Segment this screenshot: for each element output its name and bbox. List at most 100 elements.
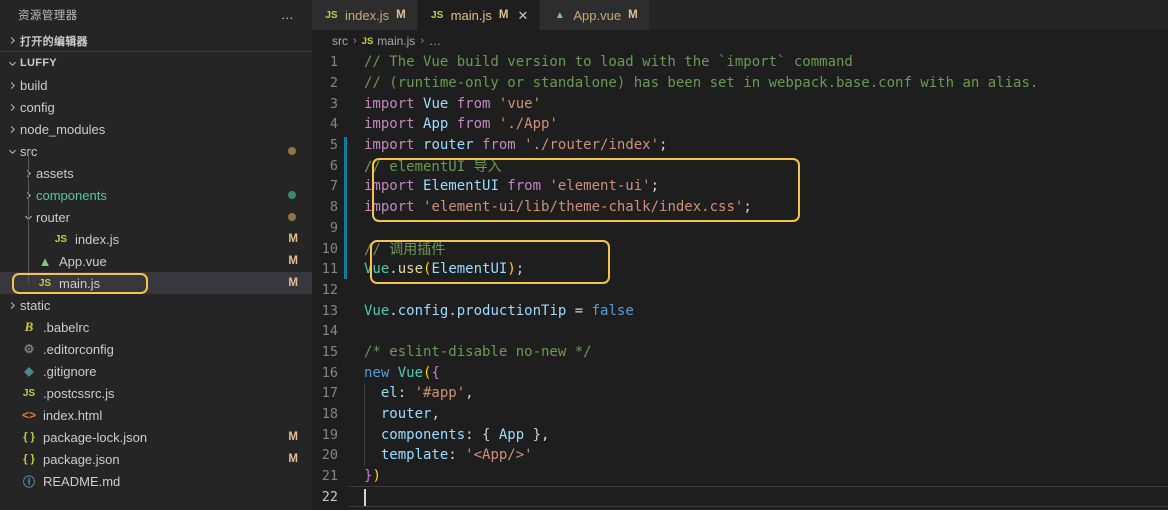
open-editors-section[interactable]: 打开的编辑器	[0, 30, 312, 52]
code-line-15[interactable]: 15 /* eslint-disable no-new */	[312, 342, 1168, 363]
html-file-icon: <>	[21, 408, 36, 422]
code-line-5[interactable]: 5 import router from './router/index';	[312, 135, 1168, 156]
git-file-icon: ◆	[24, 364, 34, 378]
tree-item--gitignore[interactable]: ◆ .gitignore	[0, 360, 312, 382]
git-status-badge: M	[288, 277, 298, 289]
tree-item-label: config	[20, 99, 55, 115]
code-text: components: { App },	[380, 426, 550, 443]
tree-indent-guide	[28, 151, 29, 283]
breadcrumb-folder[interactable]: src	[332, 34, 348, 48]
git-status-badge: M	[288, 255, 298, 267]
code-text: Vue.config.productionTip = false	[364, 302, 634, 319]
breadcrumb-separator-icon-2: ›	[420, 35, 424, 47]
code-line-3[interactable]: 3 import Vue from 'vue'	[312, 93, 1168, 114]
code-text: new Vue({	[364, 364, 440, 381]
line-number: 1	[329, 54, 338, 71]
git-status-dot	[288, 147, 296, 155]
tree-item-index-html[interactable]: <> index.html	[0, 404, 312, 426]
code-line-14[interactable]: 14	[312, 321, 1168, 342]
code-line-13[interactable]: 13 Vue.config.productionTip = false	[312, 300, 1168, 321]
code-line-1[interactable]: 1 // The Vue build version to load with t…	[312, 52, 1168, 73]
tree-item-package-json[interactable]: { } package.json M	[0, 448, 312, 470]
code-line-9[interactable]: 9	[312, 218, 1168, 239]
tree-item-static[interactable]: static	[0, 294, 312, 316]
project-root-label: LUFFY	[20, 57, 57, 69]
code-text: el: '#app',	[380, 385, 474, 402]
code-line-17[interactable]: 17 el: '#app',	[312, 383, 1168, 404]
project-root-section[interactable]: LUFFY	[0, 52, 312, 74]
breadcrumb-symbols[interactable]: …	[429, 34, 441, 48]
breadcrumb-file[interactable]: main.js	[377, 34, 415, 48]
tab-index-js[interactable]: JS index.js M	[312, 0, 418, 30]
tab-app-vue[interactable]: ▲ App.vue M	[540, 0, 650, 30]
code-line-18[interactable]: 18 router,	[312, 404, 1168, 425]
editor-area: JS index.js M JS main.js M ✕ ▲ App.vue M src › JS…	[312, 0, 1168, 510]
tree-item-components[interactable]: components	[0, 184, 312, 206]
close-icon[interactable]: ✕	[517, 9, 528, 22]
open-editors-label: 打开的编辑器	[20, 35, 88, 48]
tree-item-assets[interactable]: assets	[0, 162, 312, 184]
tree-item-build[interactable]: build	[0, 74, 312, 96]
tree-item-index-js[interactable]: JS index.js M	[0, 228, 312, 250]
tree-item-label: App.vue	[59, 253, 107, 269]
tree-item-label: .gitignore	[43, 363, 97, 379]
tree-item--babelrc[interactable]: B .babelrc	[0, 316, 312, 338]
code-line-2[interactable]: 2 // (runtime-only or standalone) has bee…	[312, 73, 1168, 94]
code-line-16[interactable]: 16 new Vue({	[312, 362, 1168, 383]
tree-item-label: main.js	[59, 275, 101, 291]
tab-main-js[interactable]: JS main.js M ✕	[417, 0, 541, 30]
tree-item-label: router	[36, 209, 70, 225]
code-line-7[interactable]: 7 import ElementUI from 'element-ui';	[312, 176, 1168, 197]
js-file-icon: JS	[54, 233, 68, 245]
code-line-20[interactable]: 20 template: '<App/>'	[312, 445, 1168, 466]
tree-item-package-lock-json[interactable]: { } package-lock.json M	[0, 426, 312, 448]
code-text: // 调用插件	[364, 241, 446, 258]
tree-item--postcssrc-js[interactable]: JS .postcssrc.js	[0, 382, 312, 404]
chevron-right-icon	[4, 121, 20, 137]
code-line-22[interactable]: 22	[312, 486, 1168, 507]
git-status-badge: M	[288, 431, 298, 443]
tab-label: App.vue	[573, 7, 622, 23]
tree-item-readme-md[interactable]: ⓘ README.md	[0, 470, 312, 492]
code-editor[interactable]: 1 // The Vue build version to load with t…	[312, 52, 1168, 510]
line-number: 19	[321, 426, 338, 443]
tree-item-label: package-lock.json	[43, 429, 148, 445]
tree-item-label: .postcssrc.js	[43, 385, 115, 401]
tree-item-config[interactable]: config	[0, 96, 312, 118]
tree-item--editorconfig[interactable]: ⚙ .editorconfig	[0, 338, 312, 360]
tree-item-router[interactable]: router	[0, 206, 312, 228]
code-line-21[interactable]: 21})	[312, 466, 1168, 487]
code-text: // The Vue build version to load with th…	[364, 54, 853, 71]
tree-item-main-js[interactable]: JS main.js M	[0, 272, 312, 294]
line-number: 9	[329, 219, 338, 236]
tree-item-label: static	[20, 297, 51, 313]
code-line-8[interactable]: 8 import 'element-ui/lib/theme-chalk/inde…	[312, 197, 1168, 218]
code-line-19[interactable]: 19 components: { App },	[312, 424, 1168, 445]
tree-item-label: .babelrc	[43, 319, 90, 335]
explorer-more-actions-icon[interactable]: …	[281, 5, 306, 25]
editor-indent-guide	[364, 383, 365, 466]
git-status-dot	[288, 191, 296, 199]
tree-item-label: build	[20, 77, 48, 93]
gear-file-icon: ⚙	[23, 342, 35, 356]
file-tree: build config node_modulessrc assets componen…	[0, 74, 312, 510]
tree-item-node-modules[interactable]: node_modules	[0, 118, 312, 140]
code-line-4[interactable]: 4 import App from './App'	[312, 114, 1168, 135]
js-file-icon: JS	[22, 387, 36, 399]
code-line-6[interactable]: 6 // elementUI 导入	[312, 155, 1168, 176]
tree-item-label: README.md	[43, 473, 121, 489]
code-text: })	[364, 468, 381, 485]
code-line-12[interactable]: 12	[312, 280, 1168, 301]
tree-item-src[interactable]: src	[0, 140, 312, 162]
line-number: 6	[329, 157, 338, 174]
tree-item-label: assets	[36, 165, 74, 181]
tree-item-app-vue[interactable]: ▲ App.vue M	[0, 250, 312, 272]
code-text: // elementUI 导入	[364, 158, 502, 175]
line-number: 13	[321, 302, 338, 319]
code-line-10[interactable]: 10 // 调用插件	[312, 238, 1168, 259]
code-line-11[interactable]: 11 Vue.use(ElementUI);	[312, 259, 1168, 280]
line-number: 20	[321, 447, 338, 464]
